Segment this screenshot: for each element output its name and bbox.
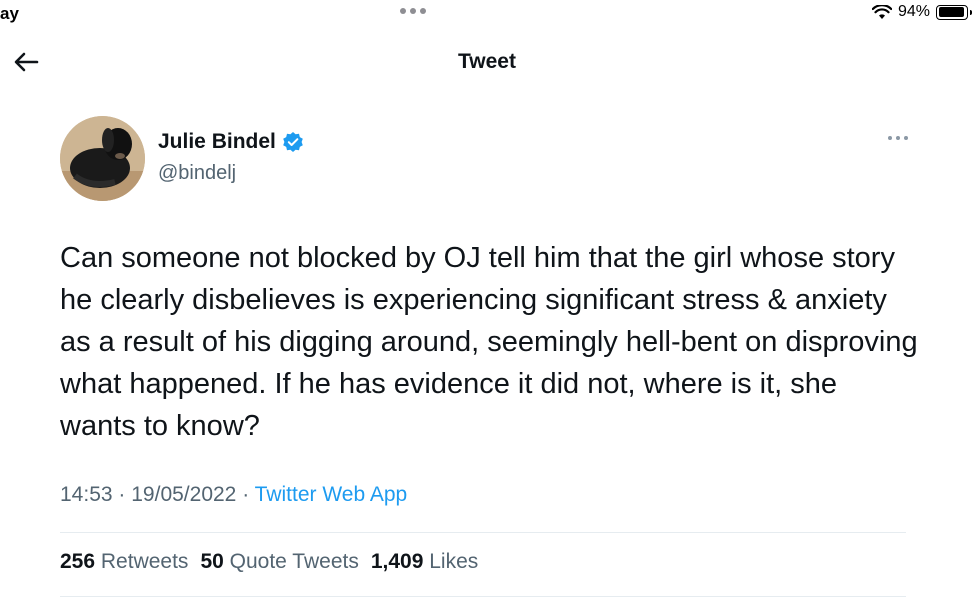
retweets-label: Retweets [100,550,189,573]
likes-count: 1,409 [370,550,424,573]
page-title: Tweet [458,50,516,73]
likes-stat[interactable]: 1,409 Likes [371,550,478,574]
status-indicators: 94% [871,3,972,21]
multitasking-dots-icon[interactable] [400,8,426,14]
author-handle[interactable]: @bindelj [158,162,236,185]
quote-tweets-stat[interactable]: 50 Quote Tweets [200,550,358,574]
battery-percent: 94% [897,3,930,20]
retweets-count: 256 [60,550,96,573]
tweet-source-link[interactable]: Twitter Web App [255,483,408,506]
author-name[interactable]: Julie Bindel [158,130,276,154]
wifi-icon [871,4,892,19]
battery-icon [936,4,972,20]
divider [60,596,906,597]
status-bar: ay 94% [0,0,974,30]
avatar[interactable] [60,116,145,201]
quote-tweets-count: 50 [200,550,224,573]
status-time: ay [0,4,19,23]
meta-separator: · [118,483,126,506]
verified-badge-icon [283,132,303,152]
divider [60,532,906,533]
retweets-stat[interactable]: 256 Retweets [60,550,188,574]
engagement-stats: 256 Retweets 50 Quote Tweets 1,409 Likes [60,550,478,574]
tweet-meta: 14:53 · 19/05/2022 · Twitter Web App [60,483,407,507]
meta-separator: · [242,483,250,506]
nav-header: Tweet [0,36,974,88]
more-options-icon[interactable] [882,130,914,146]
tweet-author: Julie Bindel @bindelj [60,116,914,206]
tweet-time[interactable]: 14:53 [60,483,113,506]
dog-photo-icon [60,116,145,201]
tweet-text: Can someone not blocked by OJ tell him t… [60,242,918,442]
tweet-date[interactable]: 19/05/2022 [131,483,236,506]
quote-tweets-label: Quote Tweets [229,550,359,573]
author-name-row[interactable]: Julie Bindel [158,130,304,154]
likes-label: Likes [429,550,479,573]
